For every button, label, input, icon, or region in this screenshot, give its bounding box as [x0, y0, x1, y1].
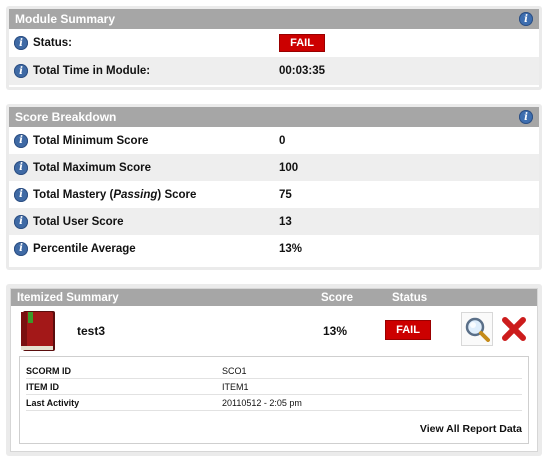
detail-value: 20110512 - 2:05 pm	[222, 397, 302, 408]
itemized-summary-header: Itemized Summary Score Status	[11, 289, 537, 306]
score-row: i Total Minimum Score 0	[9, 127, 539, 154]
detail-row: Last Activity 20110512 - 2:05 pm	[26, 395, 522, 411]
delete-x-icon	[502, 317, 526, 341]
info-icon[interactable]: i	[14, 133, 28, 148]
info-icon[interactable]: i	[14, 241, 28, 256]
view-all-report-link[interactable]: View All Report Data	[420, 423, 522, 435]
score-label: Percentile Average	[33, 242, 136, 255]
detail-value: SCO1	[222, 365, 247, 376]
status-column-header: Status	[392, 291, 428, 304]
module-summary-panel: Module Summary i i Status: FAIL i Total …	[6, 6, 542, 90]
score-breakdown-panel: Score Breakdown i i Total Minimum Score …	[6, 104, 542, 270]
info-icon[interactable]: i	[14, 36, 28, 50]
score-breakdown-title: Score Breakdown	[15, 110, 117, 124]
score-value: 0	[279, 134, 286, 147]
detail-row: SCORM ID SCO1	[26, 363, 522, 379]
score-value: 100	[279, 161, 299, 174]
item-details: SCORM ID SCO1 ITEM ID ITEM1 Last Activit…	[19, 356, 529, 444]
score-column-header: Score	[321, 291, 353, 304]
detail-key: SCORM ID	[26, 365, 71, 376]
info-icon[interactable]: i	[14, 214, 28, 229]
delete-button[interactable]	[498, 312, 530, 346]
item-status-badge: FAIL	[385, 320, 431, 340]
score-label: Total Maximum Score	[33, 161, 152, 174]
module-summary-header: Module Summary i	[9, 9, 539, 29]
score-row: i Total Mastery (Passing) Score 75	[9, 181, 539, 208]
itemized-summary-title: Itemized Summary	[17, 291, 119, 304]
info-icon[interactable]: i	[14, 160, 28, 175]
time-row: i Total Time in Module: 00:03:35	[9, 57, 539, 85]
item-name[interactable]: test3	[77, 324, 105, 338]
item-score: 13%	[323, 324, 348, 338]
book-icon	[21, 311, 55, 351]
detail-key: ITEM ID	[26, 381, 59, 392]
score-value: 13%	[279, 242, 303, 255]
detail-value: ITEM1	[222, 381, 249, 392]
info-icon[interactable]: i	[14, 187, 28, 202]
itemized-summary-panel: Itemized Summary Score Status test3 13% …	[6, 284, 542, 456]
time-label: Total Time in Module:	[33, 65, 151, 77]
time-value: 00:03:35	[279, 65, 326, 77]
score-row: i Percentile Average 13%	[9, 235, 539, 262]
magnifier-icon	[465, 317, 490, 342]
score-row: i Total User Score 13	[9, 208, 539, 235]
score-label: Total Minimum Score	[33, 134, 149, 147]
score-breakdown-header: Score Breakdown i	[9, 107, 539, 127]
detail-key: Last Activity	[26, 397, 80, 408]
view-details-button[interactable]	[461, 312, 493, 346]
score-value: 75	[279, 188, 292, 201]
detail-row: ITEM ID ITEM1	[26, 379, 522, 395]
status-row: i Status: FAIL	[9, 29, 539, 57]
info-icon[interactable]: i	[519, 12, 533, 26]
score-value: 13	[279, 215, 292, 228]
item-row: test3 13% FAIL	[11, 306, 537, 356]
module-summary-title: Module Summary	[15, 12, 116, 26]
info-icon[interactable]: i	[14, 64, 28, 78]
score-row: i Total Maximum Score 100	[9, 154, 539, 181]
info-icon[interactable]: i	[519, 110, 533, 124]
status-badge: FAIL	[279, 34, 325, 52]
score-label: Total Mastery (Passing) Score	[33, 188, 197, 201]
status-label: Status:	[33, 37, 72, 49]
score-label: Total User Score	[33, 215, 124, 228]
